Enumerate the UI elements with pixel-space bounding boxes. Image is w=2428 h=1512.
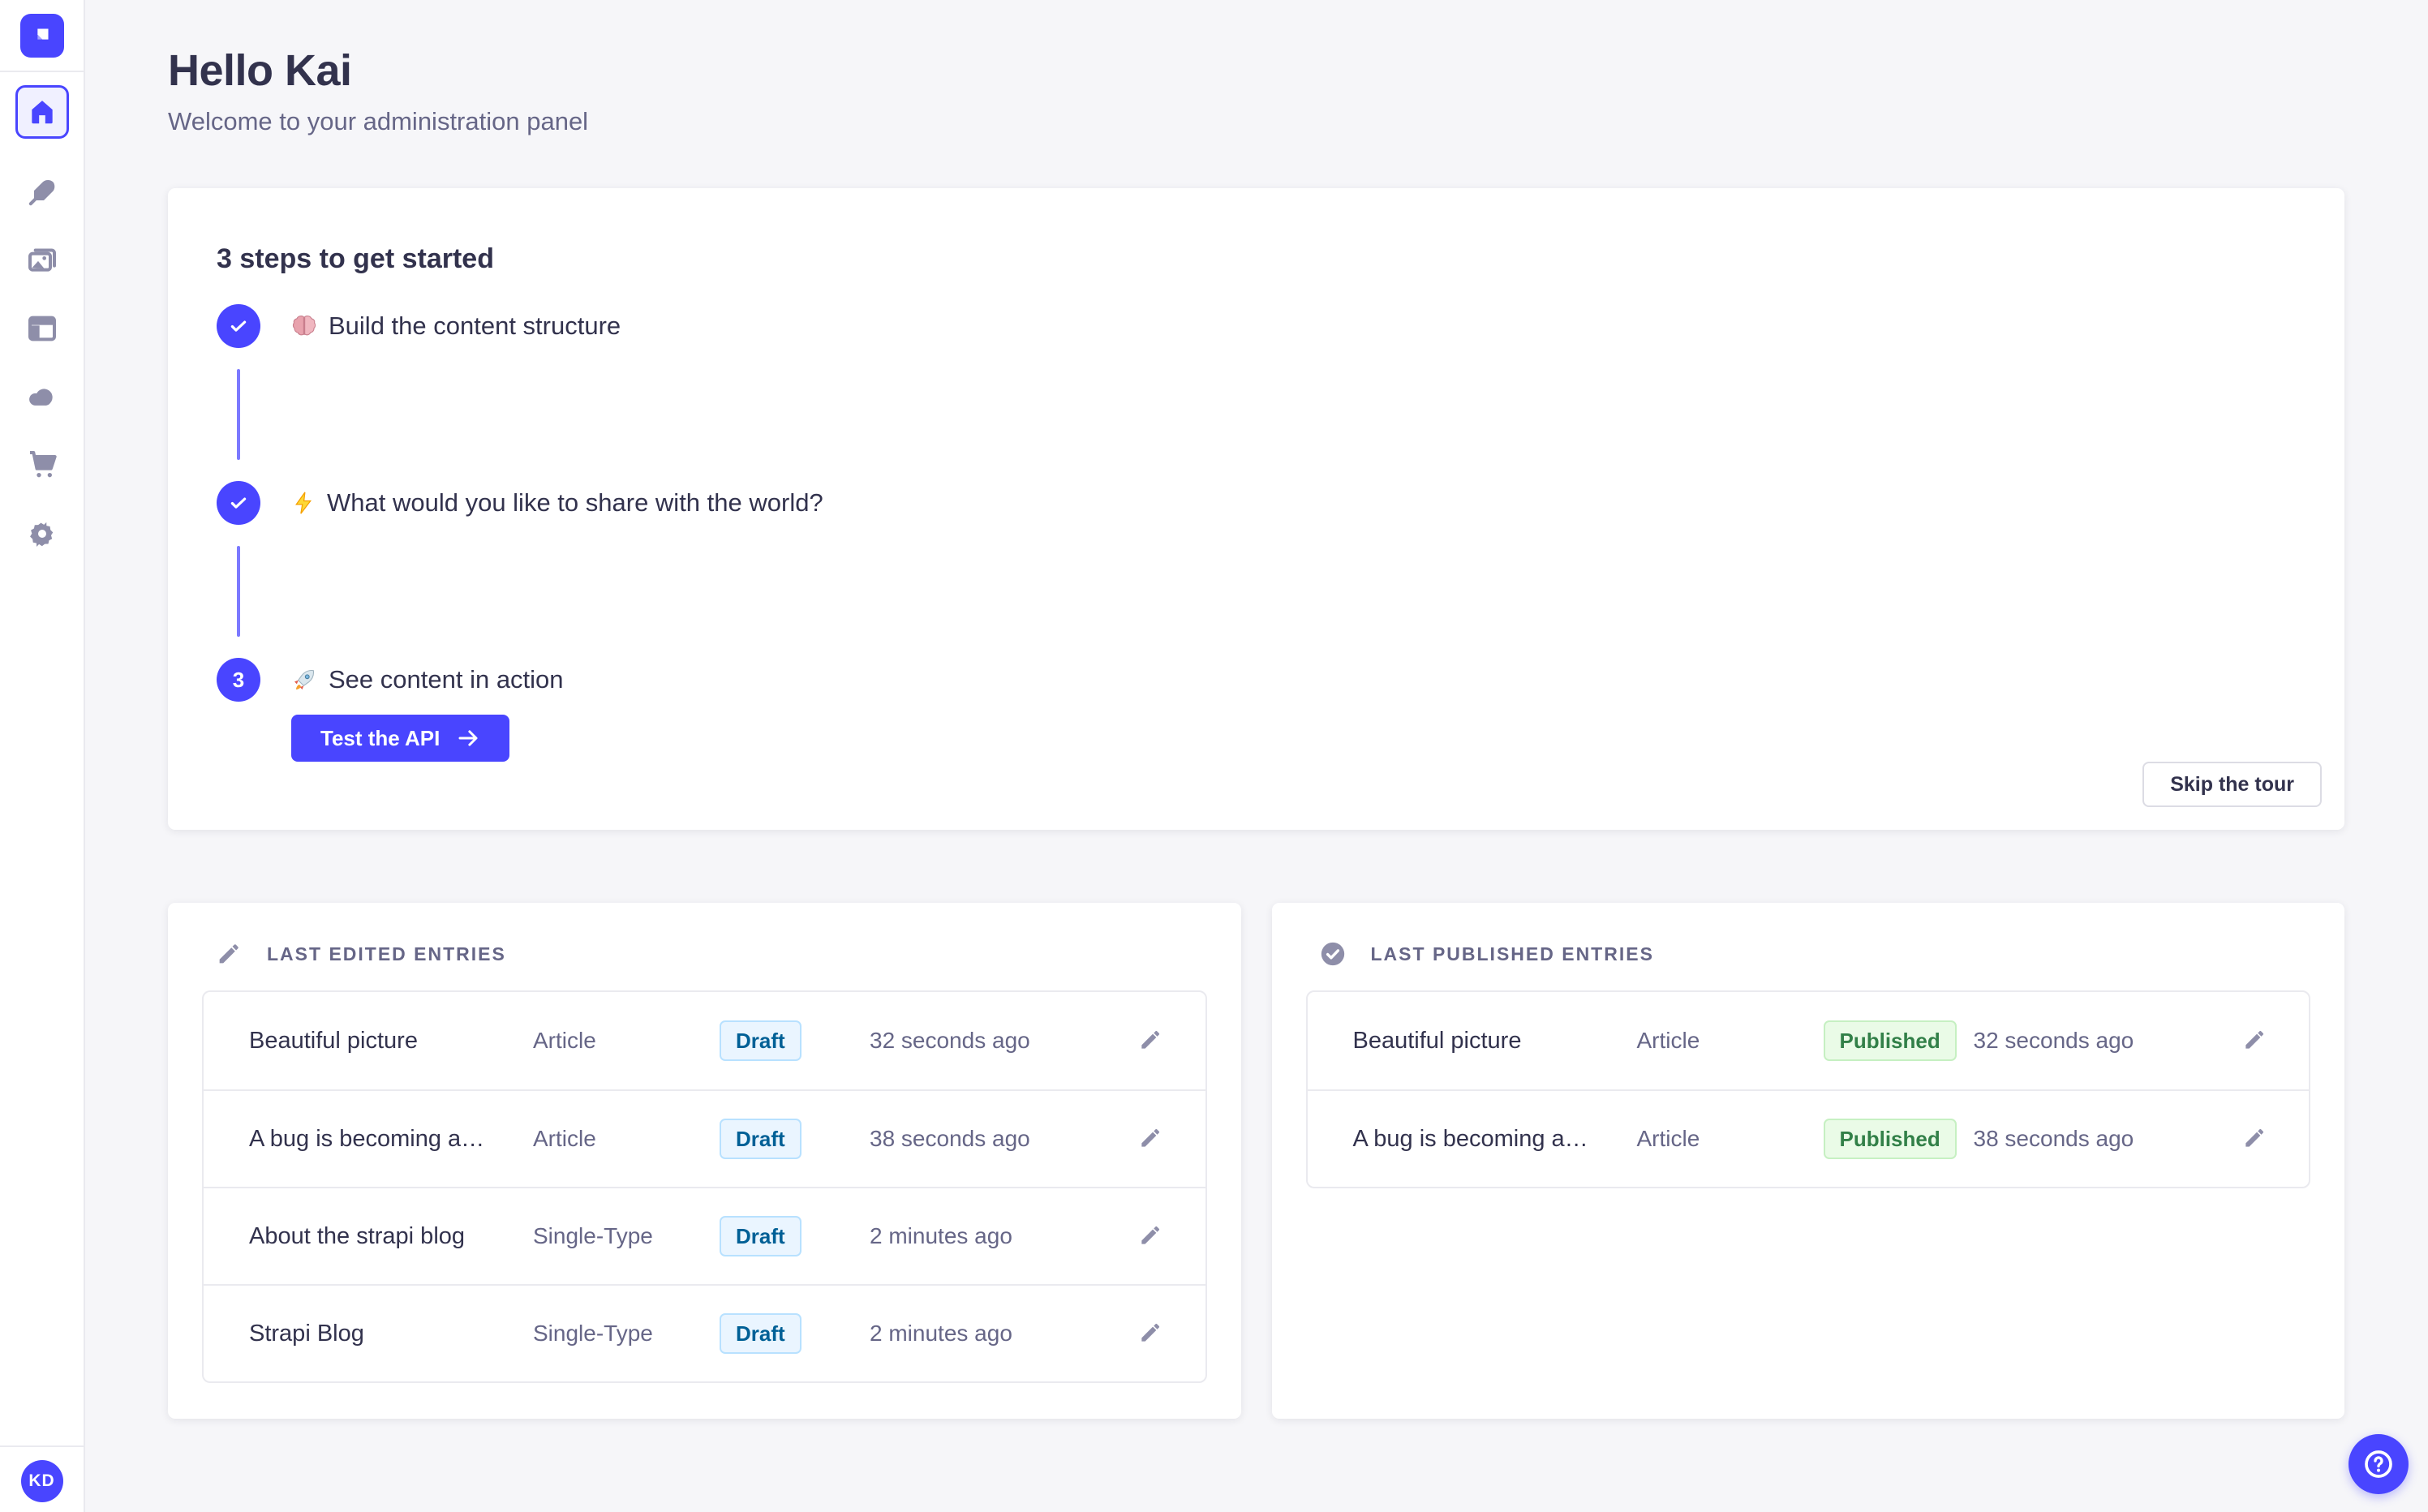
entry-title: About the strapi blog [249, 1222, 466, 1249]
images-icon [28, 248, 56, 272]
entry-time: 32 seconds ago [870, 1028, 1030, 1053]
sidebar-item-marketplace[interactable] [26, 449, 58, 481]
step-1-check-circle [217, 304, 260, 348]
step-3-label: See content in action [291, 665, 564, 694]
brain-emoji-icon [292, 316, 316, 336]
entry-kind: Single-Type [533, 1321, 653, 1346]
entry-title: Strapi Blog [249, 1320, 364, 1347]
table-row: A bug is becoming a… Article Published 3… [1307, 1089, 2309, 1187]
page-title: Hello Kai [168, 46, 352, 95]
test-the-api-button[interactable]: Test the API [291, 715, 510, 762]
sidebar-item-content-manager[interactable] [26, 176, 58, 208]
status-badge: Draft [720, 1215, 801, 1257]
status-badge: Draft [720, 1118, 801, 1160]
page-subtitle: Welcome to your administration panel [168, 107, 589, 135]
last-edited-title: LAST EDITED ENTRIES [267, 943, 506, 964]
sidebar-item-media-library[interactable] [26, 244, 58, 277]
sidebar: KD [0, 0, 85, 1512]
check-icon [230, 320, 247, 332]
sidebar-item-content-type-builder[interactable] [26, 312, 58, 345]
entry-title: A bug is becoming a… [1352, 1125, 1588, 1152]
home-icon [31, 101, 53, 124]
entry-time: 2 minutes ago [870, 1223, 1012, 1248]
table-row: Beautiful picture Article Published 32 s… [1308, 992, 2310, 1089]
edit-entry-button[interactable] [1134, 1219, 1167, 1254]
step-1: Build the content structure [217, 304, 2296, 348]
onboarding-steps: Build the content structure What would y… [217, 304, 2296, 762]
last-edited-entries-card: LAST EDITED ENTRIES Beautiful picture Ar… [168, 903, 1241, 1419]
onboarding-title: 3 steps to get started [217, 243, 494, 274]
feather-icon [28, 179, 54, 206]
table-row: A bug is becoming a… Article Draft 38 se… [204, 1089, 1205, 1187]
step-2-check-circle [217, 481, 260, 525]
entry-kind: Single-Type [533, 1223, 653, 1248]
rocket-emoji-icon [294, 669, 315, 689]
entry-title: Beautiful picture [1352, 1027, 1522, 1054]
last-published-table: Beautiful picture Article Published 32 s… [1305, 990, 2310, 1188]
check-circle-icon [1321, 942, 1344, 966]
layout-icon [28, 316, 56, 341]
table-row: Strapi Blog Single-Type Draft 2 minutes … [204, 1284, 1205, 1381]
cart-icon [29, 451, 57, 478]
gear-icon [29, 522, 53, 547]
sidebar-divider [0, 71, 84, 72]
last-published-entries-card: LAST PUBLISHED ENTRIES Beautiful picture… [1271, 903, 2344, 1419]
entry-kind: Article [1636, 1126, 1700, 1151]
user-avatar[interactable]: KD [20, 1460, 63, 1502]
zap-emoji-icon [295, 492, 312, 514]
last-edited-table: Beautiful picture Article Draft 32 secon… [202, 990, 1207, 1383]
entry-time: 38 seconds ago [1973, 1126, 2134, 1151]
last-published-header: LAST PUBLISHED ENTRIES [1306, 935, 2311, 973]
table-row: About the strapi blog Single-Type Draft … [204, 1187, 1205, 1284]
pencil-icon [2245, 1128, 2263, 1147]
help-button[interactable] [2348, 1434, 2409, 1494]
onboarding-card: 3 steps to get started Build the content… [168, 188, 2344, 830]
edit-entry-button[interactable] [1134, 1024, 1167, 1059]
pencil-icon [1141, 1128, 1159, 1147]
entry-kind: Article [1636, 1028, 1700, 1053]
pencil-icon [1141, 1226, 1159, 1244]
status-badge: Draft [720, 1312, 801, 1355]
status-badge: Published [1823, 1118, 1957, 1160]
entry-title: A bug is becoming a… [249, 1125, 485, 1152]
step-2-label: What would you like to share with the wo… [291, 488, 823, 518]
pencil-icon [219, 944, 239, 964]
table-row: Beautiful picture Article Draft 32 secon… [204, 992, 1205, 1089]
entry-kind: Article [533, 1028, 596, 1053]
sidebar-divider [0, 1445, 84, 1447]
skip-the-tour-button[interactable]: Skip the tour [2142, 762, 2322, 807]
step-2: What would you like to share with the wo… [217, 481, 2296, 525]
edit-entry-button[interactable] [2238, 1024, 2271, 1059]
main-content: Hello Kai Welcome to your administration… [85, 0, 2428, 1494]
arrow-right-icon [458, 730, 478, 746]
edit-entry-button[interactable] [2238, 1122, 2271, 1157]
cloud-icon [28, 389, 53, 406]
entry-time: 38 seconds ago [870, 1126, 1030, 1151]
edit-entry-button[interactable] [1134, 1317, 1167, 1351]
pencil-icon [1141, 1030, 1159, 1049]
pencil-icon [2245, 1030, 2263, 1049]
step-3-number-circle: 3 [217, 658, 260, 702]
entry-kind: Article [533, 1126, 596, 1151]
entry-time: 2 minutes ago [870, 1321, 1012, 1346]
status-badge: Published [1823, 1020, 1957, 1062]
sidebar-item-home[interactable] [15, 85, 69, 139]
question-icon [2365, 1450, 2392, 1478]
last-published-title: LAST PUBLISHED ENTRIES [1370, 943, 1654, 964]
step-connector [237, 546, 240, 637]
sidebar-item-settings[interactable] [26, 517, 58, 549]
step-1-label: Build the content structure [291, 311, 621, 341]
entry-time: 32 seconds ago [1973, 1028, 2134, 1053]
entry-title: Beautiful picture [249, 1027, 418, 1054]
sidebar-item-cloud[interactable] [26, 380, 58, 413]
step-connector [237, 369, 240, 460]
strapi-logo[interactable] [19, 14, 64, 58]
status-badge: Draft [720, 1020, 801, 1062]
strapi-logo-icon [37, 28, 49, 40]
pencil-icon [1141, 1323, 1159, 1342]
check-icon [230, 497, 247, 509]
edit-entry-button[interactable] [1134, 1122, 1167, 1157]
last-edited-header: LAST EDITED ENTRIES [202, 935, 1207, 973]
step-3: 3 See content in action [217, 658, 2296, 702]
